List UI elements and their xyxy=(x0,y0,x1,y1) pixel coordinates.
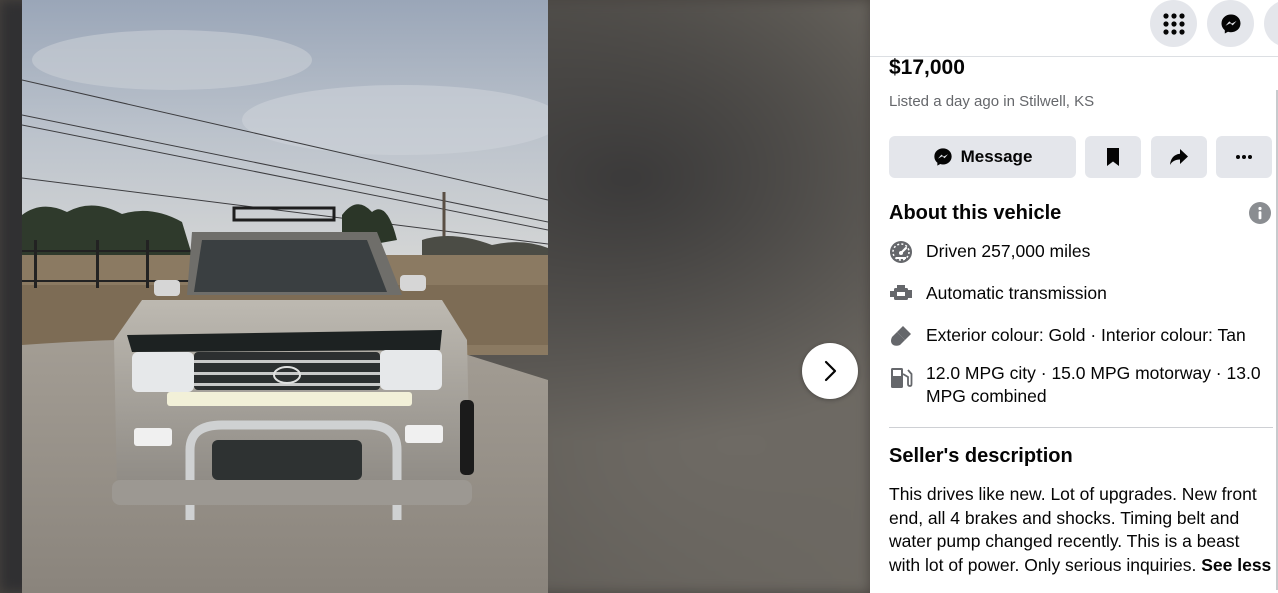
spec-transmission-text: Automatic transmission xyxy=(926,283,1107,303)
chevron-right-icon xyxy=(824,360,837,382)
about-vehicle-title: About this vehicle xyxy=(889,202,1062,224)
seller-description-title: Seller's description xyxy=(889,445,1073,467)
next-photo-button[interactable] xyxy=(802,343,858,399)
share-icon xyxy=(1170,149,1188,165)
menu-button[interactable] xyxy=(1150,0,1197,47)
messenger-icon xyxy=(1221,14,1240,33)
speedometer-icon xyxy=(890,241,912,263)
more-options-button[interactable] xyxy=(1216,136,1272,178)
info-glyph xyxy=(1258,206,1262,220)
vehicle-photo xyxy=(22,0,548,593)
media-viewer xyxy=(0,0,870,593)
info-icon[interactable] xyxy=(1249,202,1271,224)
fuel-pump-icon xyxy=(891,368,913,388)
listing-details-panel: $17,000 Listed a day ago in Stilwell, KS… xyxy=(870,0,1278,593)
spec-mileage-text: Driven 257,000 miles xyxy=(926,241,1091,261)
spec-colour-text: Exterior colour: Gold · Interior colour:… xyxy=(926,325,1246,345)
seller-description: This drives like new. Lot of upgrades. N… xyxy=(889,483,1275,577)
bookmark-icon xyxy=(1107,148,1119,166)
spec-fuel-text: 12.0 MPG city · 15.0 MPG motorway · 13.0… xyxy=(926,363,1261,406)
message-button-label: Message xyxy=(960,147,1033,166)
section-divider xyxy=(889,427,1273,428)
messenger-icon xyxy=(933,148,952,166)
paint-brush-icon xyxy=(891,326,911,346)
listing-price: $17,000 xyxy=(889,56,965,79)
messenger-button[interactable] xyxy=(1207,0,1254,47)
grid-menu-icon xyxy=(1162,12,1185,35)
more-icon xyxy=(1236,155,1252,159)
listing-meta: Listed a day ago in Stilwell, KS xyxy=(889,93,1095,110)
top-navigation-bar xyxy=(870,0,1278,57)
engine-icon xyxy=(890,285,912,300)
see-less-link[interactable]: See less xyxy=(1201,555,1271,575)
account-button[interactable] xyxy=(1264,0,1278,47)
message-button[interactable]: Message xyxy=(889,136,1076,178)
share-button[interactable] xyxy=(1151,136,1207,178)
save-button[interactable] xyxy=(1085,136,1141,178)
